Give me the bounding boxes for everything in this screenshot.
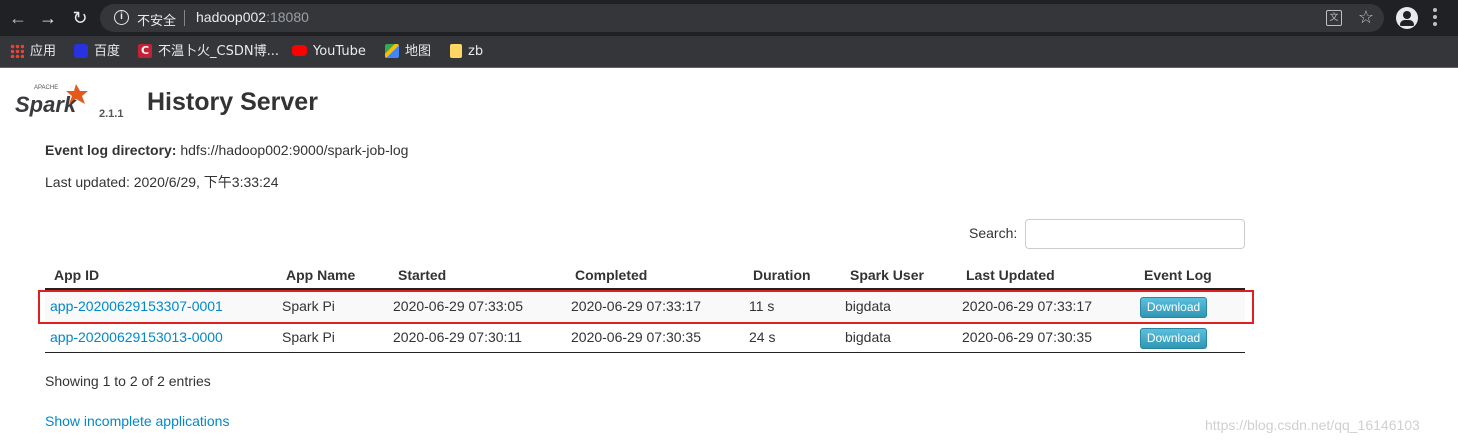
bookmark-star-icon[interactable]: ☆ [1358,7,1374,28]
maps-icon [385,43,399,58]
youtube-icon [292,45,307,56]
event-log-label: Event log directory: [45,142,177,158]
bookmark-maps[interactable]: 地图 [385,43,431,61]
url-text[interactable]: hadoop002:18080 [196,9,309,25]
page-title: History Server [147,88,318,116]
event-log-value: hdfs://hadoop002:9000/spark-job-log [180,142,409,158]
column-header-app-id[interactable]: App ID [54,267,99,283]
bookmark-label: YouTube [313,44,366,59]
column-header-spark-user[interactable]: Spark User [850,267,924,283]
started-cell: 2020-06-29 07:30:11 [393,329,522,345]
translate-icon[interactable]: 文 [1326,10,1342,26]
last-updated-line: Last updated: 2020/6/29, 下午3:33:24 [45,174,279,190]
spark-logo-text: Spark [15,92,78,117]
csdn-icon: C [138,43,152,58]
highlight-annotation-box [38,290,1254,324]
spark-version: 2.1.1 [99,108,124,120]
apps-icon [10,43,24,58]
last-updated-cell: 2020-06-29 07:30:35 [962,329,1092,345]
watermark: https://blog.csdn.net/qq_16146103 [1205,417,1420,433]
profile-avatar-icon[interactable] [1396,7,1418,29]
back-arrow-icon[interactable]: ← [8,8,28,28]
app-id-link[interactable]: app-20200629153013-0000 [50,329,223,345]
download-button[interactable]: Download [1140,328,1207,349]
omnibox-separator [184,10,185,26]
browser-menu-icon[interactable] [1432,8,1438,28]
apache-text: APACHE [34,85,58,91]
url-host: hadoop002 [196,9,267,25]
search-input[interactable] [1025,219,1245,249]
column-header-started[interactable]: Started [398,267,446,283]
bookmark-label: 地图 [405,44,432,59]
column-header-duration[interactable]: Duration [753,267,811,283]
search-label: Search: [969,225,1018,241]
reload-icon[interactable]: ↻ [70,8,90,28]
bookmark-label: 百度 [94,44,121,59]
entries-count: Showing 1 to 2 of 2 entries [45,373,211,389]
app-name-cell: Spark Pi [282,329,335,345]
bookmark-youtube[interactable]: YouTube [292,43,366,61]
spark-user-cell: bigdata [845,329,891,345]
table-bottom-rule [45,352,1245,353]
forward-arrow-icon[interactable]: → [38,8,58,28]
table-row: app-20200629153013-0000 Spark Pi 2020-06… [45,322,1245,353]
browser-toolbar: ← → ↻ i 不安全 hadoop002:18080 文 ☆ [0,0,1458,36]
column-header-app-name[interactable]: App Name [286,267,355,283]
insecure-label: 不安全 [137,14,177,29]
completed-cell: 2020-06-29 07:30:35 [571,329,701,345]
column-header-completed[interactable]: Completed [575,267,647,283]
bookmark-apps[interactable]: 应用 [10,43,56,61]
bookmark-folder-zb[interactable]: zb [450,43,483,61]
bookmark-label: 应用 [30,44,57,59]
show-incomplete-link[interactable]: Show incomplete applications [45,413,229,429]
bookmark-label: zb [468,44,484,59]
column-header-event-log[interactable]: Event Log [1144,267,1212,283]
bookmark-csdn[interactable]: C 不温卜火_CSDN博... [138,43,279,61]
url-port: :18080 [266,9,309,25]
bookmarks-bar: 应用 百度 C 不温卜火_CSDN博... YouTube 地图 zb [0,36,1458,68]
duration-cell: 24 s [749,329,776,345]
bookmark-label: 不温卜火_CSDN博... [158,44,279,59]
column-header-last-updated[interactable]: Last Updated [966,267,1055,283]
baidu-icon [74,43,88,58]
bookmark-baidu[interactable]: 百度 [74,43,120,61]
address-bar[interactable]: i 不安全 hadoop002:18080 文 ☆ [100,4,1384,32]
site-info-icon[interactable]: i [114,10,129,25]
spark-logo[interactable]: APACHE Spark [14,80,94,122]
event-log-directory: Event log directory: hdfs://hadoop002:90… [45,142,408,158]
folder-icon [450,43,462,58]
